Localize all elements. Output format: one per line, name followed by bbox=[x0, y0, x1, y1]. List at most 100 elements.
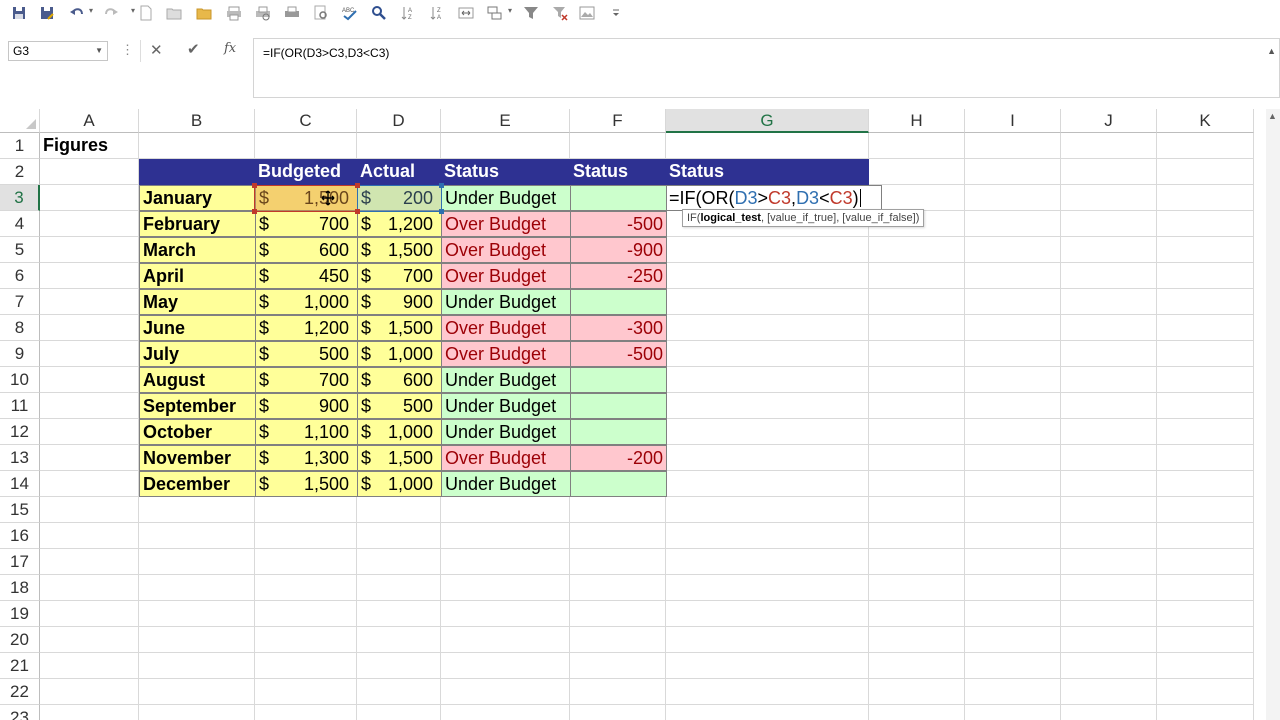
cell[interactable] bbox=[255, 627, 357, 653]
cell[interactable] bbox=[1061, 289, 1157, 315]
row-header-12[interactable]: 12 bbox=[0, 419, 40, 445]
cell[interactable] bbox=[1061, 471, 1157, 497]
redo-dropdown-icon[interactable]: ▾ bbox=[131, 6, 135, 15]
cell[interactable] bbox=[965, 497, 1061, 523]
cell[interactable] bbox=[869, 185, 965, 211]
cell[interactable] bbox=[1157, 653, 1254, 679]
cell[interactable] bbox=[441, 523, 570, 549]
month-cell[interactable]: August bbox=[139, 367, 256, 393]
cell[interactable] bbox=[40, 445, 139, 471]
difference-cell[interactable] bbox=[570, 419, 667, 445]
cell[interactable] bbox=[869, 627, 965, 653]
cell[interactable] bbox=[869, 471, 965, 497]
cell[interactable] bbox=[40, 211, 139, 237]
cell[interactable] bbox=[139, 549, 255, 575]
budgeted-cell[interactable]: $700 bbox=[255, 367, 358, 393]
cell[interactable] bbox=[869, 419, 965, 445]
cell[interactable] bbox=[1061, 263, 1157, 289]
cell[interactable] bbox=[40, 471, 139, 497]
search-icon[interactable] bbox=[311, 3, 331, 23]
status-cell[interactable]: Under Budget bbox=[441, 367, 571, 393]
cell[interactable] bbox=[1157, 523, 1254, 549]
column-header-c[interactable]: C bbox=[255, 109, 357, 133]
folder-icon[interactable] bbox=[194, 3, 214, 23]
cell[interactable] bbox=[666, 445, 869, 471]
cell[interactable] bbox=[1061, 185, 1157, 211]
column-header-h[interactable]: H bbox=[869, 109, 965, 133]
cell[interactable] bbox=[570, 679, 666, 705]
cell[interactable] bbox=[1061, 575, 1157, 601]
cell[interactable] bbox=[666, 471, 869, 497]
resize-handle[interactable] bbox=[355, 209, 360, 214]
row-header-21[interactable]: 21 bbox=[0, 653, 40, 679]
cell[interactable] bbox=[1157, 263, 1254, 289]
column-header-i[interactable]: I bbox=[965, 109, 1061, 133]
actual-cell[interactable]: $700 bbox=[357, 263, 442, 289]
actual-cell[interactable]: $1,500 bbox=[357, 237, 442, 263]
cell[interactable] bbox=[1061, 497, 1157, 523]
cell[interactable] bbox=[965, 237, 1061, 263]
cell[interactable] bbox=[441, 627, 570, 653]
cell[interactable] bbox=[40, 523, 139, 549]
status-cell[interactable]: Over Budget bbox=[441, 315, 571, 341]
status-cell[interactable]: Over Budget bbox=[441, 211, 571, 237]
cell[interactable] bbox=[40, 393, 139, 419]
month-cell[interactable]: March bbox=[139, 237, 256, 263]
budgeted-cell[interactable]: $450 bbox=[255, 263, 358, 289]
cell[interactable] bbox=[965, 549, 1061, 575]
cell[interactable] bbox=[1157, 497, 1254, 523]
status-cell[interactable]: Over Budget bbox=[441, 445, 571, 471]
actual-cell[interactable]: $1,500 bbox=[357, 445, 442, 471]
chevron-up-icon[interactable]: ▲ bbox=[1267, 46, 1276, 56]
cell[interactable] bbox=[40, 185, 139, 211]
cell[interactable] bbox=[965, 705, 1061, 720]
name-box[interactable]: G3 ▼ bbox=[8, 41, 108, 61]
cell[interactable] bbox=[965, 679, 1061, 705]
cell[interactable] bbox=[40, 497, 139, 523]
difference-cell[interactable] bbox=[570, 289, 667, 315]
cell[interactable] bbox=[570, 705, 666, 720]
cell[interactable] bbox=[666, 679, 869, 705]
cell[interactable] bbox=[1157, 211, 1254, 237]
cell[interactable] bbox=[1061, 237, 1157, 263]
cell[interactable] bbox=[357, 575, 441, 601]
cell[interactable] bbox=[139, 523, 255, 549]
cell[interactable] bbox=[1157, 341, 1254, 367]
cell[interactable] bbox=[869, 237, 965, 263]
month-cell[interactable]: January bbox=[139, 185, 256, 211]
cell[interactable] bbox=[139, 133, 255, 159]
cell[interactable] bbox=[666, 653, 869, 679]
cell[interactable] bbox=[1157, 445, 1254, 471]
cell[interactable] bbox=[1157, 393, 1254, 419]
row-header-3[interactable]: 3 bbox=[0, 185, 40, 211]
cell[interactable] bbox=[139, 627, 255, 653]
cell[interactable] bbox=[1061, 341, 1157, 367]
cell[interactable] bbox=[666, 133, 869, 159]
difference-cell[interactable]: -500 bbox=[570, 341, 667, 367]
cell[interactable] bbox=[666, 341, 869, 367]
cell[interactable] bbox=[357, 601, 441, 627]
formula-input[interactable]: =IF(OR(D3>C3,D3<C3) bbox=[253, 38, 1280, 98]
cell[interactable] bbox=[965, 601, 1061, 627]
actual-cell[interactable]: $1,000 bbox=[357, 341, 442, 367]
budgeted-cell[interactable]: $500 bbox=[255, 341, 358, 367]
cell[interactable] bbox=[869, 523, 965, 549]
row-header-14[interactable]: 14 bbox=[0, 471, 40, 497]
cell[interactable] bbox=[255, 679, 357, 705]
cell[interactable] bbox=[965, 627, 1061, 653]
chevron-down-icon[interactable]: ▼ bbox=[95, 42, 103, 60]
cell[interactable] bbox=[666, 523, 869, 549]
open-icon[interactable] bbox=[164, 3, 184, 23]
cell[interactable] bbox=[666, 601, 869, 627]
sort-descending-icon[interactable]: ZA bbox=[427, 3, 447, 23]
undo-dropdown-icon[interactable]: ▾ bbox=[89, 6, 93, 15]
difference-cell[interactable]: -200 bbox=[570, 445, 667, 471]
month-cell[interactable]: November bbox=[139, 445, 256, 471]
cell[interactable] bbox=[139, 601, 255, 627]
cancel-button[interactable]: ✕ bbox=[150, 41, 163, 59]
column-header-k[interactable]: K bbox=[1157, 109, 1254, 133]
cell[interactable] bbox=[139, 653, 255, 679]
row-header-18[interactable]: 18 bbox=[0, 575, 40, 601]
cell[interactable] bbox=[869, 575, 965, 601]
quick-print-icon[interactable] bbox=[282, 3, 302, 23]
